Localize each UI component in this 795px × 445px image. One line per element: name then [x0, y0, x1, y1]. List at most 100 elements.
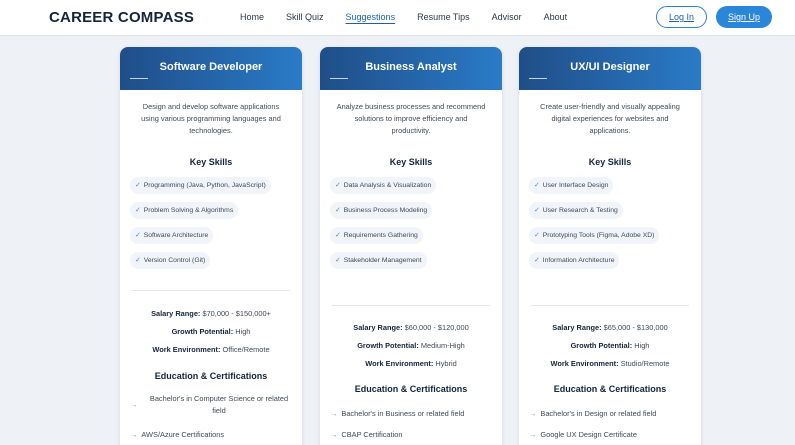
arrow-icon: →: [130, 400, 138, 409]
education-item-row: → Google UX Design Certificate: [529, 429, 637, 441]
env-value: Studio/Remote: [620, 359, 670, 368]
salary-value: $65,000 - $130,000: [603, 323, 668, 332]
skill-label: User Research & Testing: [542, 207, 618, 214]
env-label: Work Environment:: [152, 345, 221, 354]
arrow-icon: →: [529, 430, 537, 439]
card-header: Software Developer: [120, 47, 302, 90]
description-line: using various programming languages and: [141, 114, 281, 123]
work-environment: Work Environment: Hybrid: [320, 359, 502, 368]
card-header: Business Analyst: [320, 47, 502, 90]
salary-range: Salary Range: $65,000 - $130,000: [519, 323, 701, 332]
card-description: Design and develop software applications…: [132, 101, 290, 137]
salary-label: Salary Range:: [552, 323, 602, 332]
description-line: productivity.: [391, 126, 431, 135]
nav-link-about[interactable]: About: [544, 12, 568, 22]
divider: [531, 305, 689, 306]
env-label: Work Environment:: [550, 359, 619, 368]
check-icon: ✓: [534, 207, 540, 214]
description-line: technologies.: [189, 126, 233, 135]
skill-label: Business Process Modeling: [343, 207, 428, 214]
nav-link-suggestions[interactable]: Suggestions: [346, 12, 396, 22]
skill-label: Software Architecture: [143, 232, 209, 239]
education-item-row: → Bachelor's in Business or related field: [330, 408, 464, 420]
growth-value: High: [235, 327, 251, 336]
arrow-icon: →: [529, 409, 537, 418]
nav-link-skill-quiz[interactable]: Skill Quiz: [286, 12, 324, 22]
growth-potential: Growth Potential: High: [120, 327, 302, 336]
work-environment: Work Environment: Office/Remote: [120, 345, 302, 354]
check-icon: ✓: [335, 182, 341, 189]
salary-value: $60,000 - $120,000: [404, 323, 469, 332]
skill-tag: ✓ Requirements Gathering: [330, 227, 423, 244]
arrow-icon: →: [130, 430, 138, 439]
signup-button[interactable]: Sign Up: [716, 6, 772, 28]
education-item-row: → Bachelor's in Design or related field: [529, 408, 656, 420]
skill-tag: ✓ Programming (Java, Python, JavaScript): [130, 177, 271, 194]
check-icon: ✓: [135, 257, 141, 264]
arrow-icon: →: [330, 430, 338, 439]
card-description: Create user-friendly and visually appeal…: [531, 101, 689, 137]
growth-label: Growth Potential:: [357, 341, 419, 350]
skill-label: Information Architecture: [542, 257, 615, 264]
education-heading: Education & Certifications: [553, 384, 667, 394]
key-skills-heading: Key Skills: [389, 157, 433, 167]
nav-links: Home Skill Quiz Suggestions Resume Tips …: [240, 12, 589, 22]
skill-label: Version Control (Git): [143, 257, 206, 264]
education-item: CBAP Certification: [341, 430, 403, 439]
nav-link-advisor[interactable]: Advisor: [492, 12, 522, 22]
salary-range: Salary Range: $60,000 - $120,000: [320, 323, 502, 332]
divider: [332, 305, 490, 306]
check-icon: ✓: [135, 232, 141, 239]
check-icon: ✓: [534, 232, 540, 239]
skill-tag: ✓ Data Analysis & Visualization: [330, 177, 437, 194]
skill-label: Problem Solving & Algorithms: [143, 207, 234, 214]
description-line: digital experiences for websites and: [551, 114, 669, 123]
check-icon: ✓: [534, 182, 540, 189]
description-line: Analyze business processes and recommend: [336, 102, 486, 111]
check-icon: ✓: [335, 232, 341, 239]
skill-tag: ✓ User Interface Design: [529, 177, 614, 194]
env-label: Work Environment:: [365, 359, 434, 368]
card-description: Analyze business processes and recommend…: [332, 101, 490, 137]
description-line: Design and develop software applications: [142, 102, 280, 111]
work-environment: Work Environment: Studio/Remote: [519, 359, 701, 368]
key-skills-heading: Key Skills: [189, 157, 233, 167]
nav-link-home[interactable]: Home: [240, 12, 264, 22]
description-line: Create user-friendly and visually appeal…: [540, 102, 680, 111]
salary-range: Salary Range: $70,000 - $150,000+: [120, 309, 302, 318]
site-logo[interactable]: CAREER COMPASS: [49, 9, 194, 26]
card-title: UX/UI Designer: [570, 61, 650, 73]
education-item: Bachelor's in Design or related field: [540, 409, 657, 418]
nav-link-resume-tips[interactable]: Resume Tips: [417, 12, 470, 22]
description-line: applications.: [589, 126, 631, 135]
growth-label: Growth Potential:: [570, 341, 633, 350]
key-skills-heading: Key Skills: [588, 157, 632, 167]
skill-tag: ✓ Information Architecture: [529, 252, 620, 269]
skill-tag: ✓ Problem Solving & Algorithms: [130, 202, 239, 219]
salary-label: Salary Range:: [151, 309, 201, 318]
salary-label: Salary Range:: [353, 323, 403, 332]
login-button[interactable]: Log In: [656, 6, 707, 28]
career-card-ux-ui-designer: UX/UI Designer Create user-friendly and …: [519, 47, 701, 445]
skill-tag: ✓ Software Architecture: [130, 227, 214, 244]
skill-label: Prototyping Tools (Figma, Adobe XD): [542, 232, 655, 239]
salary-value: $70,000 - $150,000+: [202, 309, 271, 318]
growth-potential: Growth Potential: Medium-High: [320, 341, 502, 350]
check-icon: ✓: [335, 207, 341, 214]
card-header: UX/UI Designer: [519, 47, 701, 90]
title-accent-line: [130, 78, 148, 79]
description-line: solutions to improve efficiency and: [354, 114, 468, 123]
card-title: Software Developer: [159, 61, 263, 73]
title-accent-line: [330, 78, 348, 79]
card-title: Business Analyst: [365, 61, 457, 73]
growth-value: High: [634, 341, 650, 350]
check-icon: ✓: [534, 257, 540, 264]
check-icon: ✓: [135, 182, 141, 189]
education-heading: Education & Certifications: [154, 371, 268, 381]
education-item: AWS/Azure Certifications: [141, 430, 225, 439]
career-card-software-developer: Software Developer Design and develop so…: [120, 47, 302, 445]
arrow-icon: →: [330, 409, 338, 418]
skill-label: Programming (Java, Python, JavaScript): [143, 182, 266, 189]
env-value: Office/Remote: [222, 345, 270, 354]
check-icon: ✓: [135, 207, 141, 214]
